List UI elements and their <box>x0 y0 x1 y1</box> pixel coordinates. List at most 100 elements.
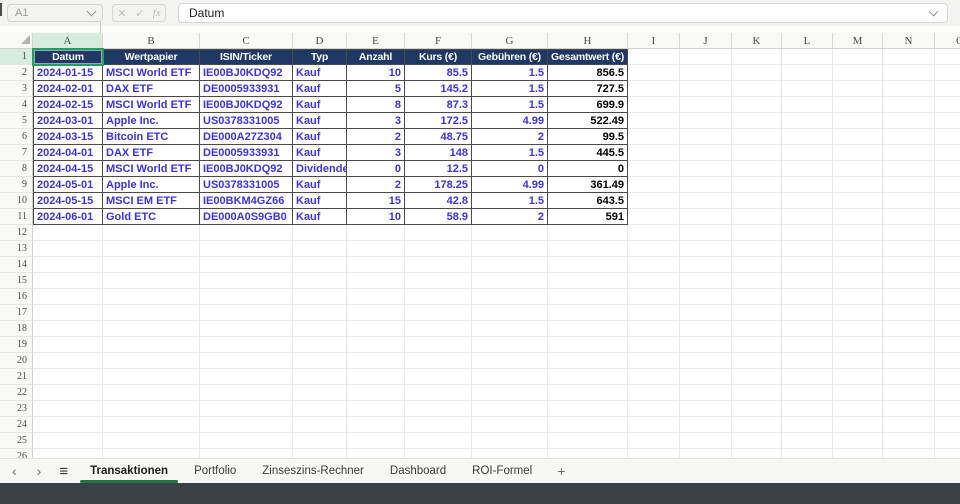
cell-A2[interactable]: 2024-01-15 <box>33 65 103 81</box>
cell-B15[interactable] <box>103 273 200 289</box>
cell-L12[interactable] <box>782 225 833 241</box>
cell-H18[interactable] <box>548 321 628 337</box>
cell-I2[interactable] <box>628 65 680 81</box>
cell-E14[interactable] <box>347 257 405 273</box>
cell-M17[interactable] <box>833 305 883 321</box>
cell-B3[interactable]: DAX ETF <box>103 81 200 97</box>
cell-G7[interactable]: 1.5 <box>472 145 548 161</box>
cell-M7[interactable] <box>833 145 883 161</box>
row-header-13[interactable]: 13 <box>0 241 33 257</box>
cell-K4[interactable] <box>732 97 782 113</box>
cell-A10[interactable]: 2024-05-15 <box>33 193 103 209</box>
cell-M22[interactable] <box>833 385 883 401</box>
cell-K20[interactable] <box>732 353 782 369</box>
cell-F25[interactable] <box>405 433 472 449</box>
cell-A11[interactable]: 2024-06-01 <box>33 209 103 225</box>
cell-O2[interactable] <box>935 65 960 81</box>
row-header-2[interactable]: 2 <box>0 65 33 81</box>
sheet-tab-roi-formel[interactable]: ROI-Formel <box>459 459 545 484</box>
row-header-24[interactable]: 24 <box>0 417 33 433</box>
row-header-3[interactable]: 3 <box>0 81 33 97</box>
cell-B12[interactable] <box>103 225 200 241</box>
cell-G12[interactable] <box>472 225 548 241</box>
row-header-16[interactable]: 16 <box>0 289 33 305</box>
cell-A20[interactable] <box>33 353 103 369</box>
column-header-H[interactable]: H <box>548 33 628 49</box>
cell-H22[interactable] <box>548 385 628 401</box>
cell-G10[interactable]: 1.5 <box>472 193 548 209</box>
cell-H1[interactable]: Gesamtwert (€) <box>548 49 628 65</box>
row-header-15[interactable]: 15 <box>0 273 33 289</box>
cell-K25[interactable] <box>732 433 782 449</box>
cell-D25[interactable] <box>293 433 347 449</box>
cell-L26[interactable] <box>782 449 833 458</box>
cell-C5[interactable]: US0378331005 <box>200 113 293 129</box>
tab-nav-forward-icon[interactable]: › <box>35 459 44 484</box>
cell-C3[interactable]: DE0005933931 <box>200 81 293 97</box>
cell-L9[interactable] <box>782 177 833 193</box>
row-header-4[interactable]: 4 <box>0 97 33 113</box>
cell-A8[interactable]: 2024-04-15 <box>33 161 103 177</box>
cell-O26[interactable] <box>935 449 960 458</box>
cell-D2[interactable]: Kauf <box>293 65 347 81</box>
cell-A13[interactable] <box>33 241 103 257</box>
cell-E26[interactable] <box>347 449 405 458</box>
cell-F12[interactable] <box>405 225 472 241</box>
cell-E13[interactable] <box>347 241 405 257</box>
cell-N14[interactable] <box>883 257 935 273</box>
cell-D7[interactable]: Kauf <box>293 145 347 161</box>
row-header-21[interactable]: 21 <box>0 369 33 385</box>
row-header-6[interactable]: 6 <box>0 129 33 145</box>
cell-L8[interactable] <box>782 161 833 177</box>
cell-C8[interactable]: IE00BJ0KDQ92 <box>200 161 293 177</box>
cell-A26[interactable] <box>33 449 103 458</box>
cell-M15[interactable] <box>833 273 883 289</box>
cell-E20[interactable] <box>347 353 405 369</box>
column-header-J[interactable]: J <box>680 33 732 49</box>
cell-E21[interactable] <box>347 369 405 385</box>
cell-B5[interactable]: Apple Inc. <box>103 113 200 129</box>
cell-L10[interactable] <box>782 193 833 209</box>
cell-C25[interactable] <box>200 433 293 449</box>
sheet-tab-transaktionen[interactable]: Transaktionen <box>77 459 181 484</box>
cell-F13[interactable] <box>405 241 472 257</box>
cell-L16[interactable] <box>782 289 833 305</box>
cell-C12[interactable] <box>200 225 293 241</box>
cell-K13[interactable] <box>732 241 782 257</box>
cell-H12[interactable] <box>548 225 628 241</box>
cell-B17[interactable] <box>103 305 200 321</box>
cell-O9[interactable] <box>935 177 960 193</box>
cell-K12[interactable] <box>732 225 782 241</box>
cell-I10[interactable] <box>628 193 680 209</box>
cell-M8[interactable] <box>833 161 883 177</box>
cell-E23[interactable] <box>347 401 405 417</box>
cell-E15[interactable] <box>347 273 405 289</box>
cell-C13[interactable] <box>200 241 293 257</box>
cell-I24[interactable] <box>628 417 680 433</box>
cell-A23[interactable] <box>33 401 103 417</box>
cell-H19[interactable] <box>548 337 628 353</box>
cell-L5[interactable] <box>782 113 833 129</box>
row-header-20[interactable]: 20 <box>0 353 33 369</box>
row-header-26[interactable]: 26 <box>0 449 33 458</box>
cell-C23[interactable] <box>200 401 293 417</box>
select-all-corner[interactable] <box>0 33 33 49</box>
cell-O20[interactable] <box>935 353 960 369</box>
formula-bar-chevron-icon[interactable] <box>929 7 939 17</box>
cell-H21[interactable] <box>548 369 628 385</box>
cell-J3[interactable] <box>680 81 732 97</box>
cell-N4[interactable] <box>883 97 935 113</box>
cell-I26[interactable] <box>628 449 680 458</box>
cell-G13[interactable] <box>472 241 548 257</box>
cell-L4[interactable] <box>782 97 833 113</box>
cell-J2[interactable] <box>680 65 732 81</box>
cell-G8[interactable]: 0 <box>472 161 548 177</box>
cell-D9[interactable]: Kauf <box>293 177 347 193</box>
cell-I19[interactable] <box>628 337 680 353</box>
cell-K9[interactable] <box>732 177 782 193</box>
row-header-14[interactable]: 14 <box>0 257 33 273</box>
cell-E9[interactable]: 2 <box>347 177 405 193</box>
cell-O5[interactable] <box>935 113 960 129</box>
row-header-19[interactable]: 19 <box>0 337 33 353</box>
cell-O10[interactable] <box>935 193 960 209</box>
